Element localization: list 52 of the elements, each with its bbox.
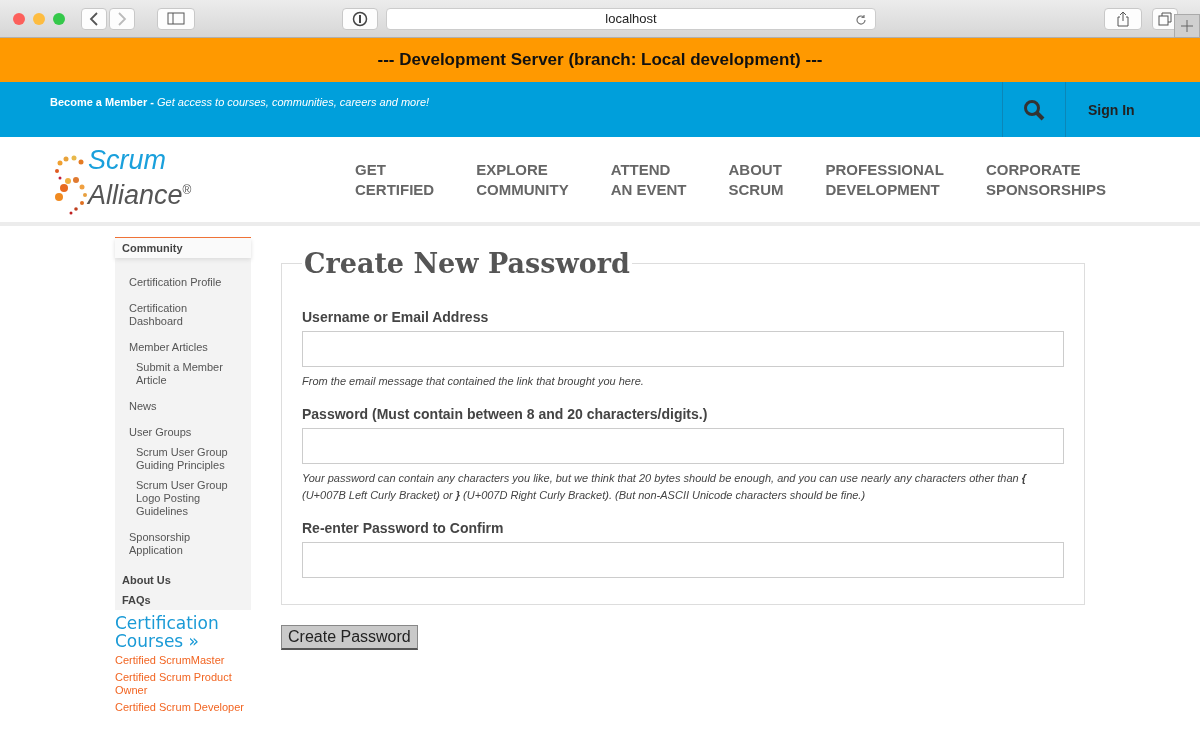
search-icon [1023,98,1045,121]
sidebar-link[interactable]: News [115,395,251,418]
sidebar-link[interactable]: Sponsorship Application [115,526,251,562]
sidebar-link[interactable]: Scrum User Group Guiding Principles [115,444,251,477]
sidebar-icon [167,12,185,25]
create-password-button[interactable]: Create Password [281,625,418,650]
logo-wordmark[interactable]: Alliance$^{®}$ [88,174,192,210]
maximize-icon[interactable] [53,12,65,25]
nav-link[interactable]: PROFESSIONAL DEVELOPMENT [825,159,944,200]
form-title: Create New Password [303,248,631,279]
sidebar-button[interactable] [157,7,195,30]
dev-banner: --- Development Server (branch: Local development) --- [0,38,1200,82]
member-promo: Become a Member - Get access to courses, communities, careers and more! [49,95,431,110]
sidebar-section[interactable]: FAQs [115,590,251,610]
tabs-icon [1158,11,1172,26]
reload-icon[interactable] [855,13,867,26]
sidebar-link[interactable]: Scrum User Group Logo Posting Guidelines [115,477,251,523]
nav-link[interactable]: CORPORATE SPONSORSHIPS [985,159,1106,200]
forward-icon [117,11,127,26]
tabs-button[interactable] [1152,7,1178,30]
privacy-button[interactable] [342,7,378,30]
field-label: Re-enter Password to Confirm [302,520,505,536]
field-label: Password (Must contain between 8 and 20 characters/digits.) [302,406,709,422]
search-button[interactable] [1002,82,1066,137]
share-icon [1117,10,1129,27]
close-icon[interactable] [13,12,25,25]
input-field[interactable] [302,428,1064,464]
sidebar-link[interactable]: Certification Dashboard [115,297,251,333]
nav-link[interactable]: GET CERTIFIED [355,159,435,200]
sidebar-link[interactable]: User Groups [115,421,251,444]
info-icon [352,10,368,27]
input-field[interactable] [302,331,1064,367]
sidebar-section[interactable]: Community [115,238,251,258]
sidebar-section[interactable]: About Us [115,570,251,590]
nav-link[interactable]: ABOUT SCRUM [728,159,784,200]
sidebar-link[interactable]: Submit a Member Article [115,359,251,392]
sign-in-link[interactable]: Sign In [1066,82,1200,137]
back-button[interactable] [81,7,107,30]
share-button[interactable] [1104,7,1142,30]
input-field[interactable] [302,542,1064,578]
nav-link[interactable]: ATTEND AN EVENT [610,159,687,200]
field-label: Username or Email Address [302,309,490,325]
minimize-icon[interactable] [33,12,45,25]
plus-icon [1181,20,1193,32]
nav-link[interactable]: EXPLORE COMMUNITY [476,159,569,200]
new-tab-button[interactable] [1174,14,1200,38]
sidebar-link[interactable]: Certification Profile [115,271,251,294]
address-field[interactable]: localhost [386,7,876,30]
field-hint: From the email message that contained the link that brought you here. [302,374,645,389]
back-icon [89,11,99,26]
sidebar-link[interactable]: Member Articles [115,336,251,359]
field-hint: Your password can contain any characters you like, but we think that 20 bytes should be enough, and you can use nearly any characters other than { (U+007B Left Curly Bracket) or } (U+007D Right Curly Bracket). (But non-ASCII Unicode characters should be fine.) [302,471,1028,503]
